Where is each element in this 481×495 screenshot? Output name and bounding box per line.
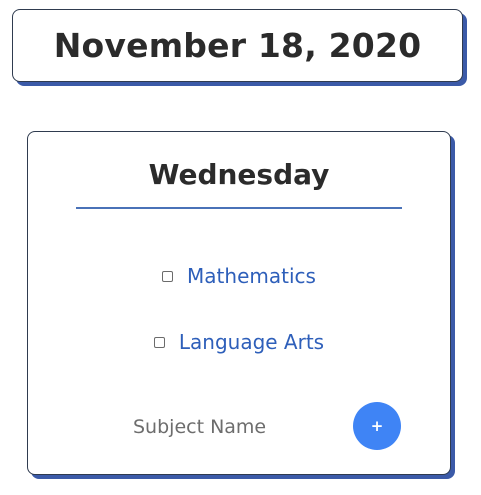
day-title-underline — [76, 207, 402, 209]
subject-item: Mathematics — [28, 264, 450, 288]
subject-link[interactable]: Language Arts — [179, 330, 324, 354]
date-title: November 18, 2020 — [53, 26, 422, 65]
subject-checkbox[interactable] — [153, 336, 165, 348]
day-card: Wednesday Mathematics Language Arts + — [27, 131, 451, 475]
subject-checkbox[interactable] — [162, 270, 174, 282]
add-subject-button[interactable]: + — [353, 402, 401, 450]
day-title: Wednesday — [148, 158, 330, 191]
subject-name-input[interactable] — [133, 414, 313, 440]
plus-icon: + — [370, 417, 384, 435]
subject-link[interactable]: Mathematics — [187, 264, 316, 288]
date-card: November 18, 2020 — [12, 9, 463, 82]
subject-item: Language Arts — [28, 330, 450, 354]
